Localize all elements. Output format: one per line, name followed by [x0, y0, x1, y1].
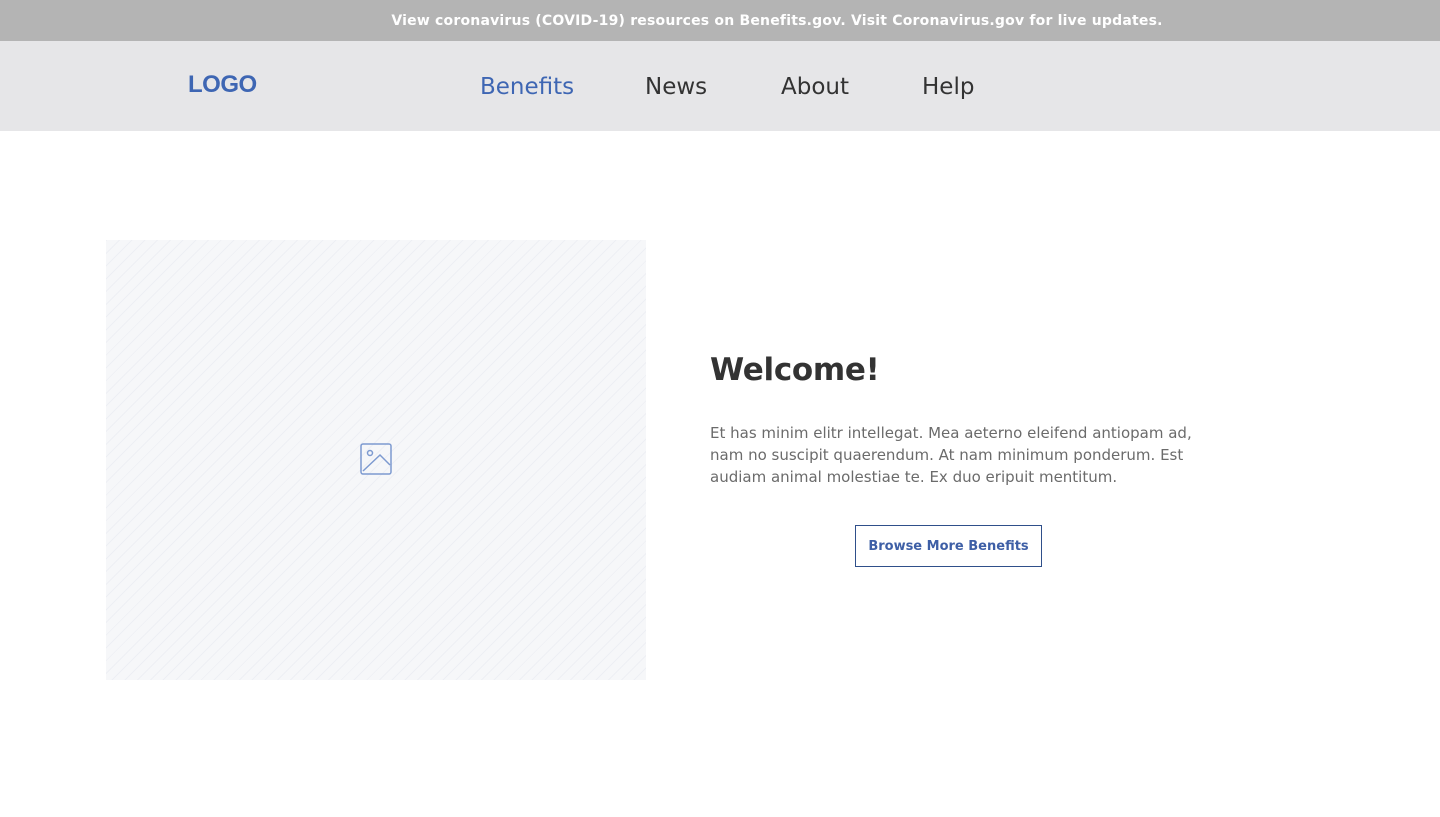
browse-more-benefits-button[interactable]: Browse More Benefits — [855, 525, 1042, 567]
site-logo[interactable]: LOGO — [188, 71, 257, 99]
nav-item-benefits[interactable]: Benefits — [480, 74, 574, 100]
nav-item-about[interactable]: About — [781, 74, 849, 100]
hero-image-placeholder — [106, 240, 646, 680]
welcome-heading: Welcome! — [710, 352, 880, 388]
image-placeholder-icon — [360, 443, 392, 475]
nav-item-news[interactable]: News — [645, 74, 707, 100]
alert-text: View coronavirus (COVID-19) resources on… — [391, 12, 1163, 29]
site-header: LOGO Benefits News About Help — [0, 41, 1440, 131]
nav-item-help[interactable]: Help — [922, 74, 974, 100]
covid-alert-banner[interactable]: View coronavirus (COVID-19) resources on… — [0, 0, 1440, 41]
welcome-description: Et has minim elitr intellegat. Mea aeter… — [710, 424, 1192, 486]
